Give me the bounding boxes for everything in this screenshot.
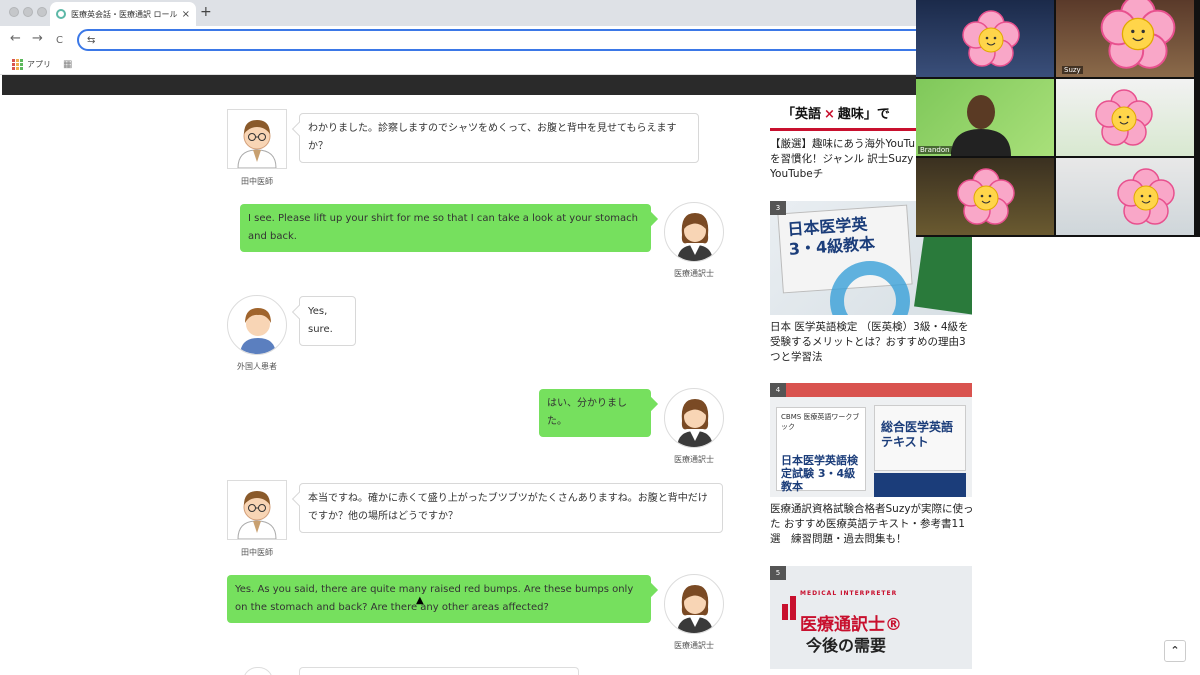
chat-bubble-interpreter: はい、分かりました。: [539, 389, 651, 437]
chart-bar-icon: [790, 596, 796, 620]
back-icon[interactable]: ←: [10, 31, 21, 47]
video-call-grid: Suzy Brandon: [916, 0, 1200, 237]
video-tile[interactable]: [1056, 79, 1194, 156]
flower-avatar-icon: [957, 168, 1015, 225]
speaker-label: 田中医師: [241, 177, 273, 186]
participant-person-icon: [951, 95, 1011, 156]
chat-bubble-doctor: わかりました。診察しますのでシャツをめくって、お腹と背中を見せてもらえますか？: [299, 113, 699, 163]
next-bubble-partial: [299, 667, 579, 675]
address-input[interactable]: [101, 34, 935, 46]
window-minimize-dot[interactable]: [23, 7, 33, 17]
interpreter-face-icon: [677, 399, 713, 447]
site-favicon-icon: [56, 9, 66, 19]
apps-grid-icon[interactable]: [12, 58, 23, 70]
video-tile-brandon[interactable]: Brandon: [916, 79, 1054, 156]
doctor-avatar: [227, 480, 287, 540]
interpreter-face-icon: [677, 585, 713, 633]
video-tile[interactable]: [916, 158, 1054, 235]
chat-bubble-interpreter: Yes. As you said, there are quite many r…: [227, 575, 651, 623]
flower-avatar-icon: [1095, 89, 1153, 146]
rank-badge: 4: [770, 383, 786, 397]
speaker-label: 医療通訳士: [674, 269, 714, 278]
chat-bubble-patient: Yes, sure.: [299, 296, 356, 346]
reload-icon[interactable]: C: [56, 33, 63, 49]
site-settings-icon[interactable]: ⇆: [87, 35, 95, 46]
doctor-face-icon: [237, 491, 277, 540]
video-tile-suzy[interactable]: Suzy: [1056, 0, 1194, 77]
book-cover: CBMS 医療英語ワークブック 日本医学英語検定試験 3・4級教本: [776, 407, 866, 493]
doctor-face-icon: [237, 120, 277, 169]
interpreter-avatar: [664, 388, 724, 448]
banner-text: 「英語 × 趣味」で: [782, 107, 890, 122]
doctor-avatar: [227, 109, 287, 169]
speaker-label: 田中医師: [241, 548, 273, 557]
speaker-label: 医療通訳士: [674, 641, 714, 650]
forward-icon[interactable]: →: [32, 31, 43, 47]
bookmark-apps[interactable]: アプリ: [27, 59, 51, 70]
participant-name: Suzy: [1062, 66, 1083, 74]
address-bar[interactable]: ⇆: [77, 29, 937, 51]
interpreter-avatar: [664, 202, 724, 262]
interpreter-face-icon: [677, 213, 713, 261]
next-avatar-partial: [243, 667, 273, 675]
browser-tab-active[interactable]: 医療英会話・医療通訳 ロールプレ ×: [50, 2, 196, 26]
rank-badge: 5: [770, 566, 786, 580]
sidebar-article-title[interactable]: 日本 医学英語検定 （医英検）3級・4級を受験するメリットとは？おすすめの理由3…: [770, 320, 975, 365]
chart-bar-icon: [782, 604, 788, 620]
book-band: [874, 473, 966, 497]
scroll-to-top-button[interactable]: ⌃: [1164, 640, 1186, 662]
tab-title: 医療英会話・医療通訳 ロールプレ: [71, 9, 178, 19]
rank-badge: 3: [770, 201, 786, 215]
speaker-label: 医療通訳士: [674, 455, 714, 464]
video-tile[interactable]: [1056, 158, 1194, 235]
window-zoom-dot[interactable]: [37, 7, 47, 17]
participant-name: Brandon: [918, 146, 952, 154]
sidebar-thumb-5[interactable]: MEDICAL INTERPRETER 医療通訳士® 今後の需要 5: [770, 566, 972, 669]
tab-close-icon[interactable]: ×: [182, 9, 190, 20]
new-tab-button[interactable]: +: [200, 4, 212, 20]
chat-bubble-interpreter: I see. Please lift up your shirt for me …: [240, 204, 651, 252]
chat-bubble-doctor: 本当ですね。確かに赤くて盛り上がったブツブツがたくさんありますね。お腹と背中だけ…: [299, 483, 723, 533]
flower-avatar-icon: [962, 10, 1020, 67]
book-spines: [770, 383, 972, 397]
speaker-label: 外国人患者: [237, 362, 277, 371]
video-tile[interactable]: [916, 0, 1054, 77]
mouse-cursor-icon: ▲: [416, 595, 424, 606]
patient-avatar: [227, 295, 287, 355]
window-close-dot[interactable]: [9, 7, 19, 17]
sidebar-article-title[interactable]: 医療通訳資格試験合格者Suzyが実際に使った おすすめ医療英語テキスト・参考書1…: [770, 502, 975, 547]
book-cover: 総合医学英語 テキスト: [874, 405, 966, 471]
bookmarks-grid-icon[interactable]: ▦: [63, 59, 72, 70]
interpreter-avatar: [664, 574, 724, 634]
patient-face-icon: [240, 308, 276, 354]
flower-avatar-icon: [1117, 168, 1175, 225]
sidebar-thumb-4[interactable]: CBMS 医療英語ワークブック 日本医学英語検定試験 3・4級教本 総合医学英語…: [770, 383, 972, 497]
